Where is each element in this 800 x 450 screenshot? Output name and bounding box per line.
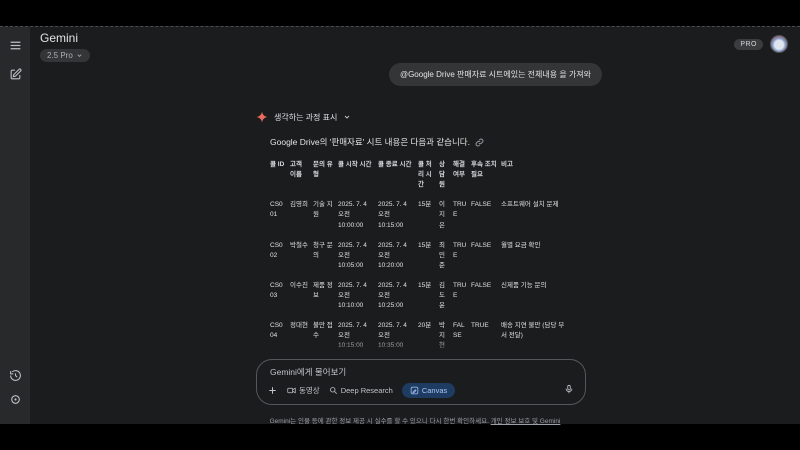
table-cell: FALSE — [471, 195, 501, 235]
table-cell: 불만 접수 — [313, 316, 338, 356]
chat-area: @Google Drive 판매자료 시트에있는 전체내용 을 가져와 생각하는… — [256, 63, 602, 359]
column-header: 콜 시작 시간 — [338, 155, 378, 195]
table-cell: 청구 문의 — [313, 236, 338, 276]
table-cell: 박지현 — [439, 316, 453, 356]
table-row: CS002박철수청구 문의2025. 7. 4 오전 10:05:002025.… — [270, 236, 574, 276]
tool-deep-research-chip[interactable]: Deep Research — [329, 386, 393, 395]
thinking-toggle[interactable]: 생각하는 과정 표시 — [256, 111, 602, 123]
column-header: 콜 종료 시간 — [378, 155, 418, 195]
video-icon — [287, 386, 296, 395]
column-header: 비고 — [501, 155, 574, 195]
table-row: CS003이수진제품 정보2025. 7. 4 오전 10:10:002025.… — [270, 276, 574, 316]
table-cell: FALSE — [471, 276, 501, 316]
table-cell: FALSE — [471, 236, 501, 276]
table-cell: 15분 — [418, 236, 439, 276]
tool-canvas-chip[interactable]: Canvas — [402, 383, 455, 398]
table-row: CS001김영희기술 지원2025. 7. 4 오전 10:00:002025.… — [270, 195, 574, 235]
table-cell: 박철수 — [290, 236, 313, 276]
table-cell: 2025. 7. 4 오전 10:25:00 — [378, 276, 418, 316]
table-cell: TRUE — [453, 276, 471, 316]
table-cell: TRUE — [471, 316, 501, 356]
table-cell: 2025. 7. 4 오전 10:05:00 — [338, 236, 378, 276]
table-cell: TRUE — [453, 236, 471, 276]
settings-icon[interactable] — [9, 393, 22, 406]
column-header: 상담원 — [439, 155, 453, 195]
new-chat-icon[interactable] — [9, 68, 22, 81]
sales-table: 콜 ID고객 이름문의 유형콜 시작 시간콜 종료 시간콜 처리 시간상담원해결… — [270, 155, 574, 359]
table-cell: 15분 — [418, 195, 439, 235]
avatar[interactable] — [770, 35, 788, 53]
column-header: 콜 ID — [270, 155, 290, 195]
table-cell: 2025. 7. 4 오전 10:35:00 — [378, 316, 418, 356]
model-selector[interactable]: 2.5 Pro — [40, 49, 90, 62]
table-cell: CS002 — [270, 236, 290, 276]
chevron-down-icon — [343, 113, 351, 121]
prompt-input[interactable] — [270, 367, 520, 377]
search-icon — [329, 386, 338, 395]
response-intro: Google Drive의 '판매자료' 시트 내용은 다음과 같습니다. — [270, 136, 602, 148]
table-cell: 김영희 — [290, 195, 313, 235]
tool-video-label: 동영상 — [299, 385, 320, 396]
model-label: 2.5 Pro — [47, 51, 73, 60]
table-cell: 2025. 7. 4 오전 10:00:00 — [338, 195, 378, 235]
sales-table-wrap: 콜 ID고객 이름문의 유형콜 시작 시간콜 종료 시간콜 처리 시간상담원해결… — [270, 155, 602, 359]
pro-badge[interactable]: PRO — [734, 39, 763, 50]
tool-deep-research-label: Deep Research — [341, 386, 393, 395]
add-attachment-icon[interactable] — [267, 385, 278, 396]
table-cell: 15분 — [418, 276, 439, 316]
thinking-toggle-label: 생각하는 과정 표시 — [274, 112, 337, 123]
table-cell: 정대현 — [290, 316, 313, 356]
column-header: 문의 유형 — [313, 155, 338, 195]
source-link-icon[interactable] — [475, 138, 484, 147]
table-cell: 2025. 7. 4 오전 10:15:00 — [338, 316, 378, 356]
table-body: CS001김영희기술 지원2025. 7. 4 오전 10:00:002025.… — [270, 195, 574, 359]
table-cell: CS003 — [270, 276, 290, 316]
chevron-down-icon — [76, 52, 83, 59]
account-area: PRO — [734, 35, 788, 53]
gemini-sparkle-icon — [256, 111, 268, 123]
privacy-link[interactable]: 개인 정보 보호 및 Gemini — [491, 418, 561, 425]
table-header-row: 콜 ID고객 이름문의 유형콜 시작 시간콜 종료 시간콜 처리 시간상담원해결… — [270, 155, 574, 195]
table-cell: CS004 — [270, 316, 290, 356]
disclaimer-text: Gemini는 인물 등에 관한 정보 제공 시 실수를 할 수 있으니 다시 … — [270, 418, 489, 425]
app-title: Gemini — [40, 31, 78, 45]
table-cell: 월별 요금 확인 — [501, 236, 574, 276]
response-intro-text: Google Drive의 '판매자료' 시트 내용은 다음과 같습니다. — [270, 136, 470, 148]
menu-icon[interactable] — [9, 39, 22, 52]
table-cell: 기술 지원 — [313, 195, 338, 235]
table-cell: 2025. 7. 4 오전 10:15:00 — [378, 195, 418, 235]
composer-tools: 동영상 Deep Research Canvas — [267, 383, 455, 398]
table-row: CS004정대현불만 접수2025. 7. 4 오전 10:15:002025.… — [270, 316, 574, 356]
column-header: 콜 처리 시간 — [418, 155, 439, 195]
table-cell: 최민준 — [439, 236, 453, 276]
user-message-bubble: @Google Drive 판매자료 시트에있는 전체내용 을 가져와 — [389, 63, 602, 86]
gemini-app-window: Gemini 2.5 Pro PRO @Google Drive 판매자료 시트… — [0, 26, 800, 424]
history-icon[interactable] — [9, 369, 22, 382]
tool-canvas-label: Canvas — [422, 386, 447, 395]
table-cell: 배송 지연 불만 (담당 부서 전달) — [501, 316, 574, 356]
microphone-icon[interactable] — [564, 383, 574, 396]
footer-disclaimer: Gemini는 인물 등에 관한 정보 제공 시 실수를 할 수 있으니 다시 … — [30, 415, 800, 425]
table-cell: 김도윤 — [439, 276, 453, 316]
column-header: 후속 조치 필요 — [471, 155, 501, 195]
table-cell: FALSE — [453, 316, 471, 356]
main-area: Gemini 2.5 Pro PRO @Google Drive 판매자료 시트… — [30, 27, 800, 424]
column-header: 해결 여부 — [453, 155, 471, 195]
column-header: 고객 이름 — [290, 155, 313, 195]
table-cell: 제품 정보 — [313, 276, 338, 316]
composer: 동영상 Deep Research Canvas — [256, 359, 586, 405]
table-cell: 이수진 — [290, 276, 313, 316]
table-cell: 신제품 기능 문의 — [501, 276, 574, 316]
table-cell: 소프트웨어 설치 문제 — [501, 195, 574, 235]
table-cell: 2025. 7. 4 오전 10:10:00 — [338, 276, 378, 316]
table-cell: CS001 — [270, 195, 290, 235]
table-cell: 2025. 7. 4 오전 10:20:00 — [378, 236, 418, 276]
table-cell: 20분 — [418, 316, 439, 356]
sidebar — [0, 27, 30, 424]
canvas-icon — [410, 386, 419, 395]
tool-video-chip[interactable]: 동영상 — [287, 385, 320, 396]
table-cell: 이지은 — [439, 195, 453, 235]
table-cell: TRUE — [453, 195, 471, 235]
